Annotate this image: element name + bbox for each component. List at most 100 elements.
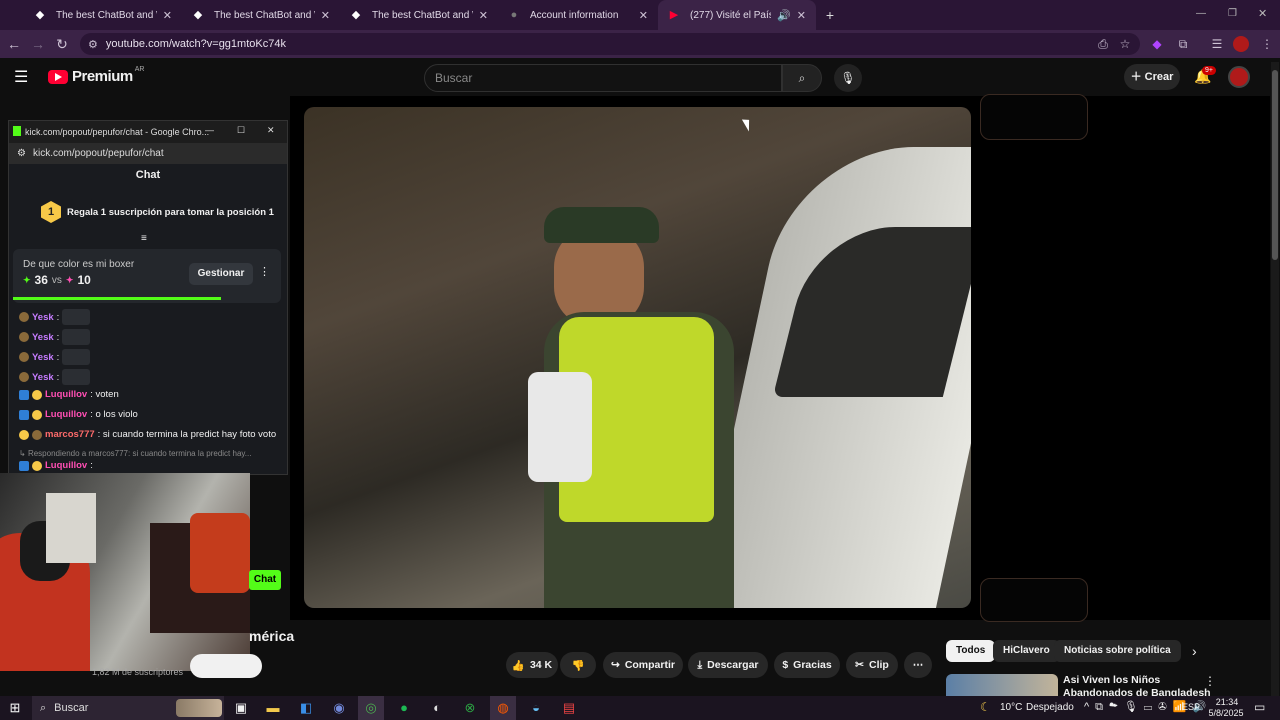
browser-tab[interactable]: ● Account information ✕	[498, 0, 658, 30]
hamburger-menu-icon[interactable]: ☰	[14, 67, 28, 87]
page-scrollbar[interactable]	[1271, 62, 1279, 720]
notification-center-icon[interactable]: ▭	[1254, 700, 1265, 714]
chip-hiclavero[interactable]: HiClavero	[993, 640, 1060, 662]
like-button[interactable]: 👍 34 K	[506, 652, 558, 678]
close-icon[interactable]: ✕	[321, 9, 330, 22]
chat-username[interactable]: Luquillov	[45, 389, 87, 400]
close-icon[interactable]: ✕	[797, 9, 806, 22]
new-tab-icon[interactable]: +	[822, 7, 838, 23]
video-officer-armband	[528, 372, 592, 482]
share-button[interactable]: ↪ Compartir	[603, 652, 683, 678]
chevron-right-icon[interactable]: ›	[1192, 643, 1197, 659]
close-window-icon[interactable]: ✕	[1258, 7, 1267, 20]
poll-card: De que color es mi boxer ✦ 36 vs ✦ 10 Ge…	[13, 249, 281, 303]
chat-username[interactable]: Yesk	[32, 312, 54, 323]
video-frame[interactable]	[304, 107, 971, 608]
scissors-icon: ✂	[855, 659, 864, 671]
forward-icon[interactable]: →	[26, 30, 50, 58]
windows-start-icon[interactable]: ⊞	[2, 696, 28, 720]
steam-icon[interactable]: ◒	[523, 696, 549, 720]
clip-button[interactable]: ✂ Clip	[846, 652, 898, 678]
site-info-icon[interactable]: ⚙	[88, 38, 98, 51]
menu-kebab-icon[interactable]: ⋮	[1256, 30, 1278, 58]
minimize-icon[interactable]: —	[205, 125, 214, 135]
recommended-title[interactable]: Asi Viven los Niños	[1063, 674, 1160, 686]
tab-search-icon[interactable]: ☰	[1206, 30, 1228, 58]
store-icon[interactable]: ◧	[293, 696, 319, 720]
download-button[interactable]: ⤓ Descargar	[688, 652, 768, 678]
reply-preview: ↳ Respondiendo a marcos777: si cuando te…	[19, 449, 251, 458]
download-icon: ⤓	[697, 658, 703, 671]
dislike-button[interactable]: 👎	[560, 652, 596, 678]
close-icon[interactable]: ✕	[163, 9, 172, 22]
recommended-menu-icon[interactable]: ⋮	[1204, 674, 1216, 688]
chat-username[interactable]: Luquillov	[45, 460, 87, 471]
more-actions-button[interactable]: ⋯	[904, 652, 932, 678]
obs-icon[interactable]: ◐	[424, 696, 450, 720]
reply-text: Respondiendo a marcos777: si cuando term…	[27, 449, 252, 458]
discord-icon[interactable]: ◉	[326, 696, 352, 720]
task-view-icon[interactable]: ▣	[228, 696, 254, 720]
extension-twitch-icon[interactable]: ◆	[1146, 30, 1168, 58]
maximize-icon[interactable]: ❐	[1228, 8, 1237, 19]
clock-date[interactable]: 5/8/2025	[1206, 708, 1246, 718]
address-bar[interactable]: ⚙ youtube.com/watch?v=gg1mtoKc74k	[80, 33, 1140, 55]
browser-tab[interactable]: ◆ The best ChatBot and Widgets ✕	[24, 0, 182, 30]
chat-username[interactable]: Yesk	[32, 372, 54, 383]
search-icon[interactable]: ⌕	[782, 64, 822, 92]
account-avatar[interactable]	[1228, 66, 1250, 88]
create-button[interactable]: ＋ Crear	[1124, 64, 1180, 90]
maximize-icon[interactable]: ☐	[237, 125, 245, 136]
spotify-icon[interactable]: ●	[391, 696, 417, 720]
microphone-icon[interactable]: 🎙	[834, 64, 862, 92]
gift-sub-promo[interactable]: Regala 1 suscripción para tomar la posic…	[67, 207, 274, 218]
close-icon[interactable]: ✕	[479, 9, 488, 22]
chat-username[interactable]: Yesk	[32, 332, 54, 343]
chat-username[interactable]: Luquillov	[45, 409, 87, 420]
recommended-thumbnail[interactable]	[946, 674, 1058, 696]
thanks-button[interactable]: $ Gracias	[774, 652, 840, 678]
region-code: AR	[134, 66, 145, 73]
youtube-play-icon	[48, 69, 68, 84]
taskbar-search-box[interactable]: ⌕ Buscar	[32, 696, 224, 720]
chat-send-button[interactable]: Chat	[249, 570, 281, 590]
file-explorer-icon[interactable]: ▬	[260, 696, 286, 720]
close-icon[interactable]: ✕	[267, 125, 275, 136]
reload-icon[interactable]: ↻	[50, 30, 74, 58]
youtube-logo[interactable]: Premium AR	[48, 66, 145, 85]
chip-todos[interactable]: Todos	[946, 640, 996, 662]
input-language[interactable]: ESP	[1182, 702, 1200, 712]
bookmark-star-icon[interactable]: ☆	[1114, 30, 1136, 58]
origin-icon[interactable]: ◍	[490, 696, 516, 720]
badge-icon	[32, 409, 42, 420]
badge-icon	[32, 429, 42, 440]
chat-header: Chat	[135, 169, 161, 181]
subscribe-button[interactable]	[190, 654, 262, 678]
browser-tab-active[interactable]: ▶ (277) Visité el País más Corr 🔊 ✕	[658, 0, 816, 30]
browser-tab[interactable]: ◆ The best ChatBot and Widgets ✕	[182, 0, 340, 30]
app-icon[interactable]: ▤	[556, 696, 582, 720]
collapse-icon[interactable]: ≡	[141, 233, 147, 244]
clock-time[interactable]: 21:34	[1210, 697, 1244, 707]
xbox-icon[interactable]: ⊗	[457, 696, 483, 720]
search-input[interactable]: Buscar	[424, 64, 782, 92]
poll-menu-icon[interactable]: ⋮	[259, 265, 270, 278]
extensions-puzzle-icon[interactable]: ⧉	[1172, 30, 1194, 58]
chat-username[interactable]: marcos777	[45, 429, 95, 440]
minimize-icon[interactable]: —	[1196, 8, 1206, 19]
recommended-title-line2[interactable]: Abandonados de Bangladesh	[1063, 687, 1211, 696]
chrome-icon[interactable]: ◎	[358, 696, 384, 720]
chat-text: :	[56, 331, 60, 343]
tab-title: The best ChatBot and Widgets	[56, 9, 157, 21]
install-icon[interactable]: ⎙	[1092, 30, 1114, 58]
back-icon[interactable]: ←	[2, 30, 26, 58]
browser-tab[interactable]: ◆ The best ChatBot and Widgets ✕	[340, 0, 498, 30]
manage-button[interactable]: Gestionar	[189, 263, 253, 285]
chip-noticias[interactable]: Noticias sobre política	[1054, 640, 1181, 662]
close-icon[interactable]: ✕	[639, 9, 648, 22]
plus-icon: ＋	[1130, 71, 1145, 83]
speaker-icon[interactable]: 🔊	[777, 9, 791, 22]
profile-avatar[interactable]	[1233, 36, 1249, 52]
chat-username[interactable]: Yesk	[32, 352, 54, 363]
site-info-icon[interactable]: ⚙	[17, 143, 26, 164]
